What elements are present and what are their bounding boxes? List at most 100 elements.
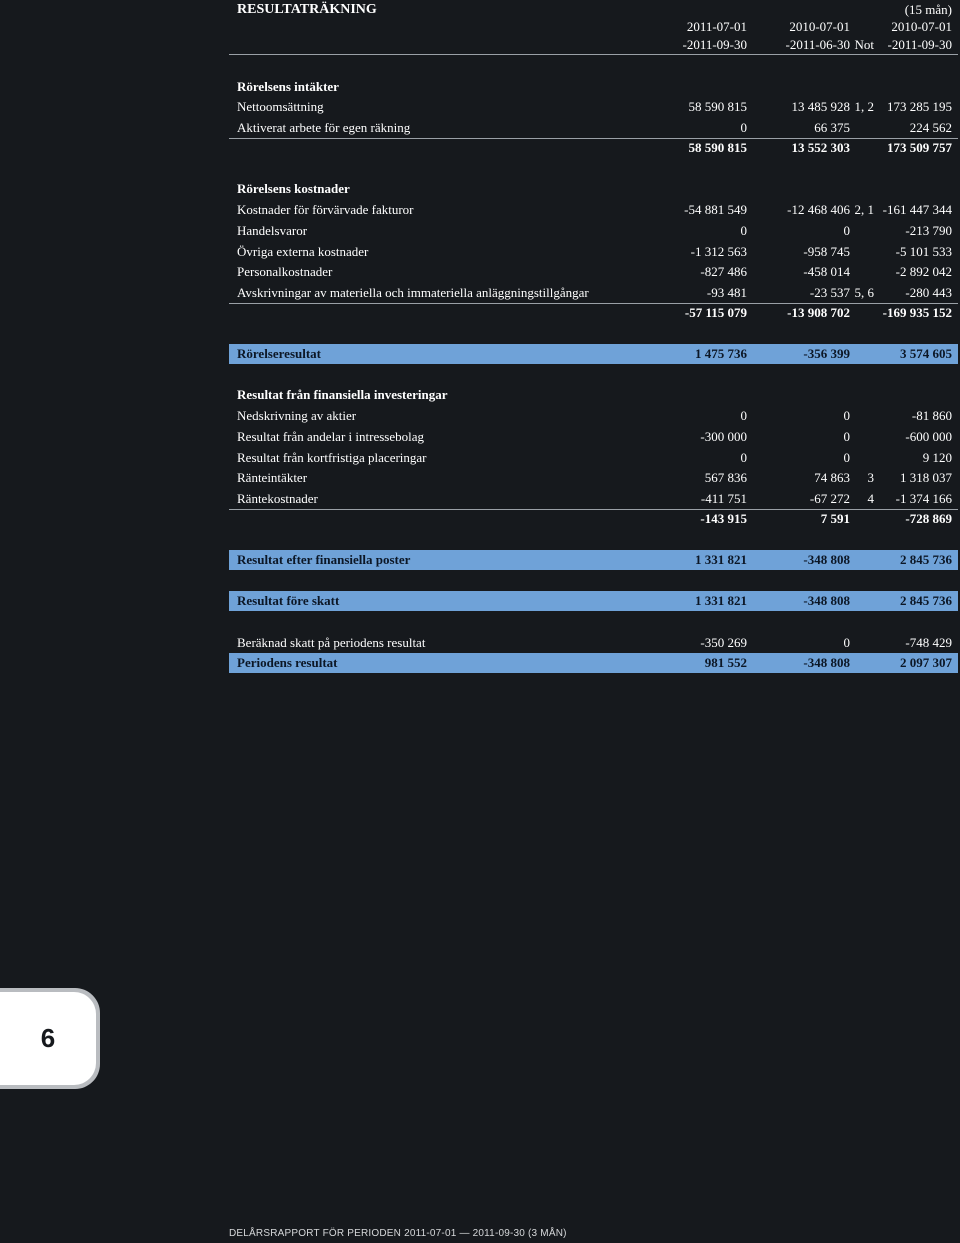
table-row: Nettoomsättning 1, 2 58 590 815 13 485 9… — [229, 97, 958, 117]
col3-header-start: 2010-07-01 — [891, 19, 952, 34]
row-label: Kostnader för förvärvade fakturor — [237, 202, 414, 217]
table-row: Kostnader för förvärvade fakturor 2, 1 -… — [229, 200, 958, 220]
row-value-col1: -827 486 — [700, 264, 747, 279]
header-row-2: 2011-07-01 2010-07-01 2010-07-01 — [229, 17, 958, 37]
row-value-col3: -1 374 166 — [895, 491, 952, 506]
row-label: Beräknad skatt på periodens resultat — [237, 635, 426, 650]
row-value-col1: -54 881 549 — [684, 202, 747, 217]
col2-header-end: -2011-06-30 — [785, 37, 850, 52]
row-label: Nettoomsättning — [237, 99, 324, 114]
report-footer: DELÅRSRAPPORT FÖR PERIODEN 2011-07-01 — … — [229, 1228, 567, 1239]
row-label: Övriga externa kostnader — [237, 244, 369, 259]
row-value-col3: -600 000 — [905, 429, 952, 444]
row-value-col2: -348 808 — [803, 593, 850, 608]
section-heading: Rörelsens kostnader — [229, 179, 958, 199]
row-label: Rörelseresultat — [237, 346, 321, 361]
row-value-col1: 58 590 815 — [688, 99, 748, 114]
row-value-col2: -458 014 — [803, 264, 850, 279]
row-value-col3: 1 318 037 — [900, 470, 952, 485]
col1-header-start: 2011-07-01 — [686, 19, 747, 34]
row-label: Resultat från andelar i intressebolag — [237, 429, 424, 444]
row-label: Rörelsens kostnader — [237, 181, 350, 196]
highlight-row-after-financial: Resultat efter finansiella poster 1 331 … — [229, 550, 958, 570]
table-row: Resultat från andelar i intressebolag -3… — [229, 427, 958, 447]
row-value-col2: -23 537 — [809, 285, 850, 300]
row-value-col2: 66 375 — [814, 120, 850, 135]
subtotal-col2: 7 591 — [820, 511, 850, 526]
row-value-col2: -348 808 — [803, 552, 850, 567]
row-value-col3: -748 429 — [905, 635, 952, 650]
row-value-col2: -67 272 — [809, 491, 850, 506]
highlight-row-period-result: Periodens resultat 981 552 -348 808 2 09… — [229, 653, 958, 673]
subtotal-row: 58 590 815 13 552 303 173 509 757 — [229, 138, 958, 158]
header-row-3: Not -2011-09-30 -2011-06-30 -2011-09-30 — [229, 35, 958, 55]
row-label: Räntekostnader — [237, 491, 318, 506]
table-row: Avskrivningar av materiella och immateri… — [229, 283, 958, 303]
row-value-col1: -1 312 563 — [690, 244, 747, 259]
col1-header-end: -2011-09-30 — [682, 37, 747, 52]
subtotal-col1: 58 590 815 — [688, 140, 748, 155]
col3-header-end: -2011-09-30 — [887, 37, 952, 52]
row-value-col2: 13 485 928 — [791, 99, 851, 114]
row-value-col3: 2 097 307 — [900, 655, 952, 670]
row-value-col3: -81 860 — [911, 408, 952, 423]
subtotal-col1: -143 915 — [700, 511, 747, 526]
row-value-col1: -93 481 — [706, 285, 747, 300]
subtotal-col3: -728 869 — [905, 511, 952, 526]
row-value-col1: -300 000 — [700, 429, 747, 444]
row-value-col1: 567 836 — [704, 470, 747, 485]
row-value-col2: -348 808 — [803, 655, 850, 670]
table-row: Nedskrivning av aktier 0 0 -81 860 — [229, 406, 958, 426]
subtotal-row: -143 915 7 591 -728 869 — [229, 509, 958, 529]
row-value-col2: 74 863 — [814, 470, 850, 485]
subtotal-col1: -57 115 079 — [684, 305, 747, 320]
row-value-col3: 9 120 — [922, 450, 952, 465]
row-value-col1: 1 331 821 — [695, 552, 747, 567]
row-label: Nedskrivning av aktier — [237, 408, 357, 423]
table-row: Beräknad skatt på periodens resultat -35… — [229, 633, 958, 653]
row-label: Ränteintäkter — [237, 470, 308, 485]
row-value-col3: 173 285 195 — [887, 99, 952, 114]
row-value-col3: -213 790 — [905, 223, 952, 238]
row-label: Rörelsens intäkter — [237, 79, 339, 94]
header-divider — [229, 54, 958, 55]
row-value-col3: -2 892 042 — [895, 264, 952, 279]
row-value-col3: -280 443 — [905, 285, 952, 300]
page-number-tab: 6 — [0, 992, 96, 1085]
row-value-col3: -161 447 344 — [882, 202, 952, 217]
table-row: Resultat från kortfristiga placeringar 0… — [229, 448, 958, 468]
subtotal-col2: 13 552 303 — [791, 140, 851, 155]
row-label: Resultat före skatt — [237, 593, 340, 608]
row-value-col2: -12 468 406 — [787, 202, 850, 217]
row-value-col2: -356 399 — [803, 346, 850, 361]
row-value-col3: 224 562 — [909, 120, 952, 135]
row-value-col2: 0 — [843, 408, 851, 423]
row-value-col1: 0 — [740, 408, 748, 423]
row-value-col1: 1 331 821 — [695, 593, 747, 608]
row-value-col1: 0 — [740, 450, 748, 465]
section-heading: Rörelsens intäkter — [229, 77, 958, 97]
row-value-col1: 0 — [740, 223, 748, 238]
table-row: Räntekostnader 4 -411 751 -67 272 -1 374… — [229, 489, 958, 509]
table-row: Handelsvaror 0 0 -213 790 — [229, 221, 958, 241]
highlight-row-before-tax: Resultat före skatt 1 331 821 -348 808 2… — [229, 591, 958, 611]
table-row: Personalkostnader -827 486 -458 014 -2 8… — [229, 262, 958, 282]
subtotal-col2: -13 908 702 — [787, 305, 850, 320]
table-row: Övriga externa kostnader -1 312 563 -958… — [229, 242, 958, 262]
subtotal-row: -57 115 079 -13 908 702 -169 935 152 — [229, 303, 958, 323]
row-label: Resultat från finansiella investeringar — [237, 387, 448, 402]
row-value-col3: 3 574 605 — [900, 346, 952, 361]
table-row: Aktiverat arbete för egen räkning 0 66 3… — [229, 118, 958, 138]
row-value-col2: 0 — [843, 429, 851, 444]
col2-header-start: 2010-07-01 — [789, 19, 850, 34]
row-value-col2: 0 — [843, 450, 851, 465]
subtotal-col3: 173 509 757 — [887, 140, 952, 155]
row-label: Resultat efter finansiella poster — [237, 552, 411, 567]
row-label: Avskrivningar av materiella och immateri… — [237, 285, 589, 300]
row-value-col1: 1 475 736 — [695, 346, 747, 361]
row-value-col2: 0 — [843, 223, 851, 238]
page-number: 6 — [40, 1023, 56, 1053]
row-value-col1: -350 269 — [700, 635, 747, 650]
subtotal-col3: -169 935 152 — [882, 305, 952, 320]
highlight-row-operating-result: Rörelseresultat 1 475 736 -356 399 3 574… — [229, 344, 958, 364]
